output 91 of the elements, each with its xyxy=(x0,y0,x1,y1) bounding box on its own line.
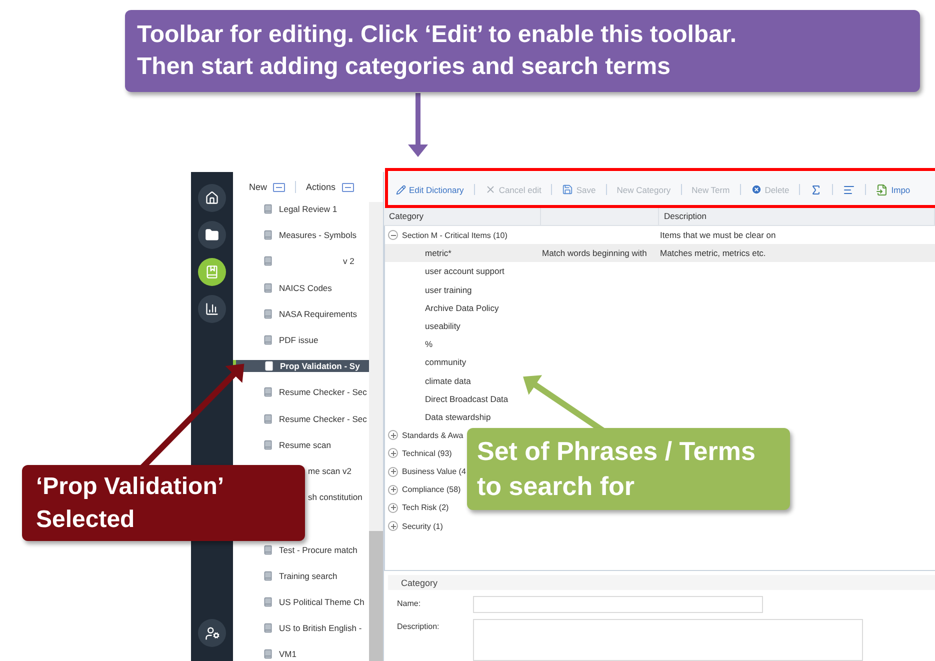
align-left-icon xyxy=(843,184,856,196)
column-header: Description xyxy=(659,207,935,225)
dictionary-item[interactable]: US Political Theme Ch xyxy=(233,596,369,608)
book-icon xyxy=(263,308,273,319)
field-label: Description: xyxy=(396,621,440,631)
term-cell[interactable]: % xyxy=(385,339,542,350)
book-icon xyxy=(263,570,273,581)
dictionary-item[interactable]: Legal Review 1 xyxy=(233,203,369,216)
dictionary-item[interactable]: Resume Checker - Sec xyxy=(233,412,369,425)
book-icon xyxy=(264,361,274,372)
category-cell[interactable]: Standards & Awa xyxy=(385,430,464,440)
category-cell[interactable]: Tech Risk (2) xyxy=(385,502,449,513)
folder-icon xyxy=(205,228,219,242)
callout-text: Set of Phrases / Terms xyxy=(477,435,756,468)
callout-text: Selected xyxy=(36,505,136,535)
scrollbar[interactable] xyxy=(369,202,383,661)
category-cell[interactable]: Technical (93) xyxy=(385,448,452,458)
term-cell[interactable]: useability xyxy=(385,321,542,332)
category-cell[interactable]: Section M - Critical Items (10) xyxy=(385,230,508,240)
book-icon xyxy=(263,649,273,660)
dictionary-item[interactable]: Resume scan xyxy=(233,438,369,451)
term-cell[interactable]: climate data xyxy=(385,376,542,386)
term-cell[interactable]: Data stewardship xyxy=(385,412,542,422)
dropdown-icon xyxy=(273,182,286,192)
nav-button[interactable] xyxy=(198,184,226,212)
bar-chart-icon xyxy=(205,302,219,316)
book-icon xyxy=(263,440,273,450)
term-cell[interactable]: Direct Broadcast Data xyxy=(385,394,542,404)
user-settings-icon xyxy=(204,626,220,640)
nav-button[interactable] xyxy=(198,619,226,647)
actions-menu-button[interactable]: Actions xyxy=(306,182,354,192)
dictionary-item[interactable]: NASA Requirements xyxy=(233,308,369,320)
dictionary-item[interactable]: v 2 xyxy=(233,255,369,268)
term-cell[interactable]: Archive Data Policy xyxy=(385,302,542,313)
nav-button[interactable] xyxy=(198,295,226,323)
callout-text: to search for xyxy=(477,470,636,503)
dictionary-item[interactable]: Training search xyxy=(233,570,369,582)
book-icon xyxy=(263,282,273,293)
category-cell[interactable]: Compliance (58) xyxy=(385,484,461,495)
table-cell-text: Match words beginning with xyxy=(542,248,648,258)
pencil-icon xyxy=(396,184,406,194)
category-cell[interactable]: Business Value (4 xyxy=(385,466,466,477)
callout-text: ‘Prop Validation’ xyxy=(36,472,226,502)
home-icon xyxy=(205,191,219,205)
nav-button[interactable] xyxy=(198,221,226,249)
dictionary-item[interactable]: PDF issue xyxy=(233,334,369,346)
book-icon xyxy=(263,204,273,214)
toolbar-button[interactable] xyxy=(843,184,856,196)
column-header: Category xyxy=(384,207,541,225)
book-icon xyxy=(263,387,273,398)
category-cell[interactable]: Security (1) xyxy=(385,521,443,532)
term-cell[interactable]: community xyxy=(385,357,542,368)
dictionary-item[interactable]: VM1 xyxy=(233,648,369,660)
dictionary-item[interactable]: me scan v2 xyxy=(308,466,352,476)
dictionary-item[interactable]: US to British English - xyxy=(233,622,369,634)
term-cell[interactable]: metric* xyxy=(385,248,542,258)
dropdown-icon xyxy=(342,182,354,192)
book-icon xyxy=(205,265,219,279)
callout-text: Toolbar for editing. Click ‘Edit’ to enable this toolbar. xyxy=(137,20,738,50)
sigma-icon xyxy=(810,184,822,196)
book-icon xyxy=(263,623,273,634)
dictionary-item[interactable]: Measures - Symbols xyxy=(233,229,369,242)
close-circle-icon xyxy=(750,184,762,195)
toolbar-button[interactable]: Impo xyxy=(876,184,910,196)
close-icon xyxy=(484,184,496,195)
table-cell-text: Items that we must be clear on xyxy=(660,230,777,240)
toolbar-button[interactable] xyxy=(810,184,822,196)
form-section-title: Category xyxy=(388,575,935,590)
file-import-icon xyxy=(876,184,888,196)
book-icon xyxy=(263,256,273,266)
book-icon xyxy=(263,230,273,240)
term-cell[interactable]: user training xyxy=(385,284,542,295)
new-menu-button[interactable]: New xyxy=(249,182,286,192)
dictionary-item[interactable]: NAICS Codes xyxy=(233,282,369,294)
book-icon xyxy=(263,544,273,555)
save-icon xyxy=(562,184,574,195)
dictionary-item[interactable]: Resume Checker - Sec xyxy=(233,386,369,398)
description-field[interactable] xyxy=(473,619,863,661)
dictionary-item[interactable]: sh constitution xyxy=(308,492,362,502)
book-icon xyxy=(263,596,273,607)
term-cell[interactable]: user account support xyxy=(385,266,542,276)
name-field[interactable] xyxy=(473,596,763,613)
field-label: Name: xyxy=(396,598,422,608)
table-cell-text: Matches metric, metrics etc. xyxy=(660,248,767,258)
dictionary-item[interactable]: Test - Procure match xyxy=(233,544,369,556)
callout-text: Then start adding categories and search terms xyxy=(137,52,672,82)
toolbar-button[interactable]: Edit Dictionary xyxy=(396,184,464,194)
dictionary-item[interactable]: Prop Validation - Sy xyxy=(233,360,369,372)
book-icon xyxy=(263,335,273,346)
nav-button[interactable] xyxy=(198,258,226,286)
book-icon xyxy=(263,414,273,424)
